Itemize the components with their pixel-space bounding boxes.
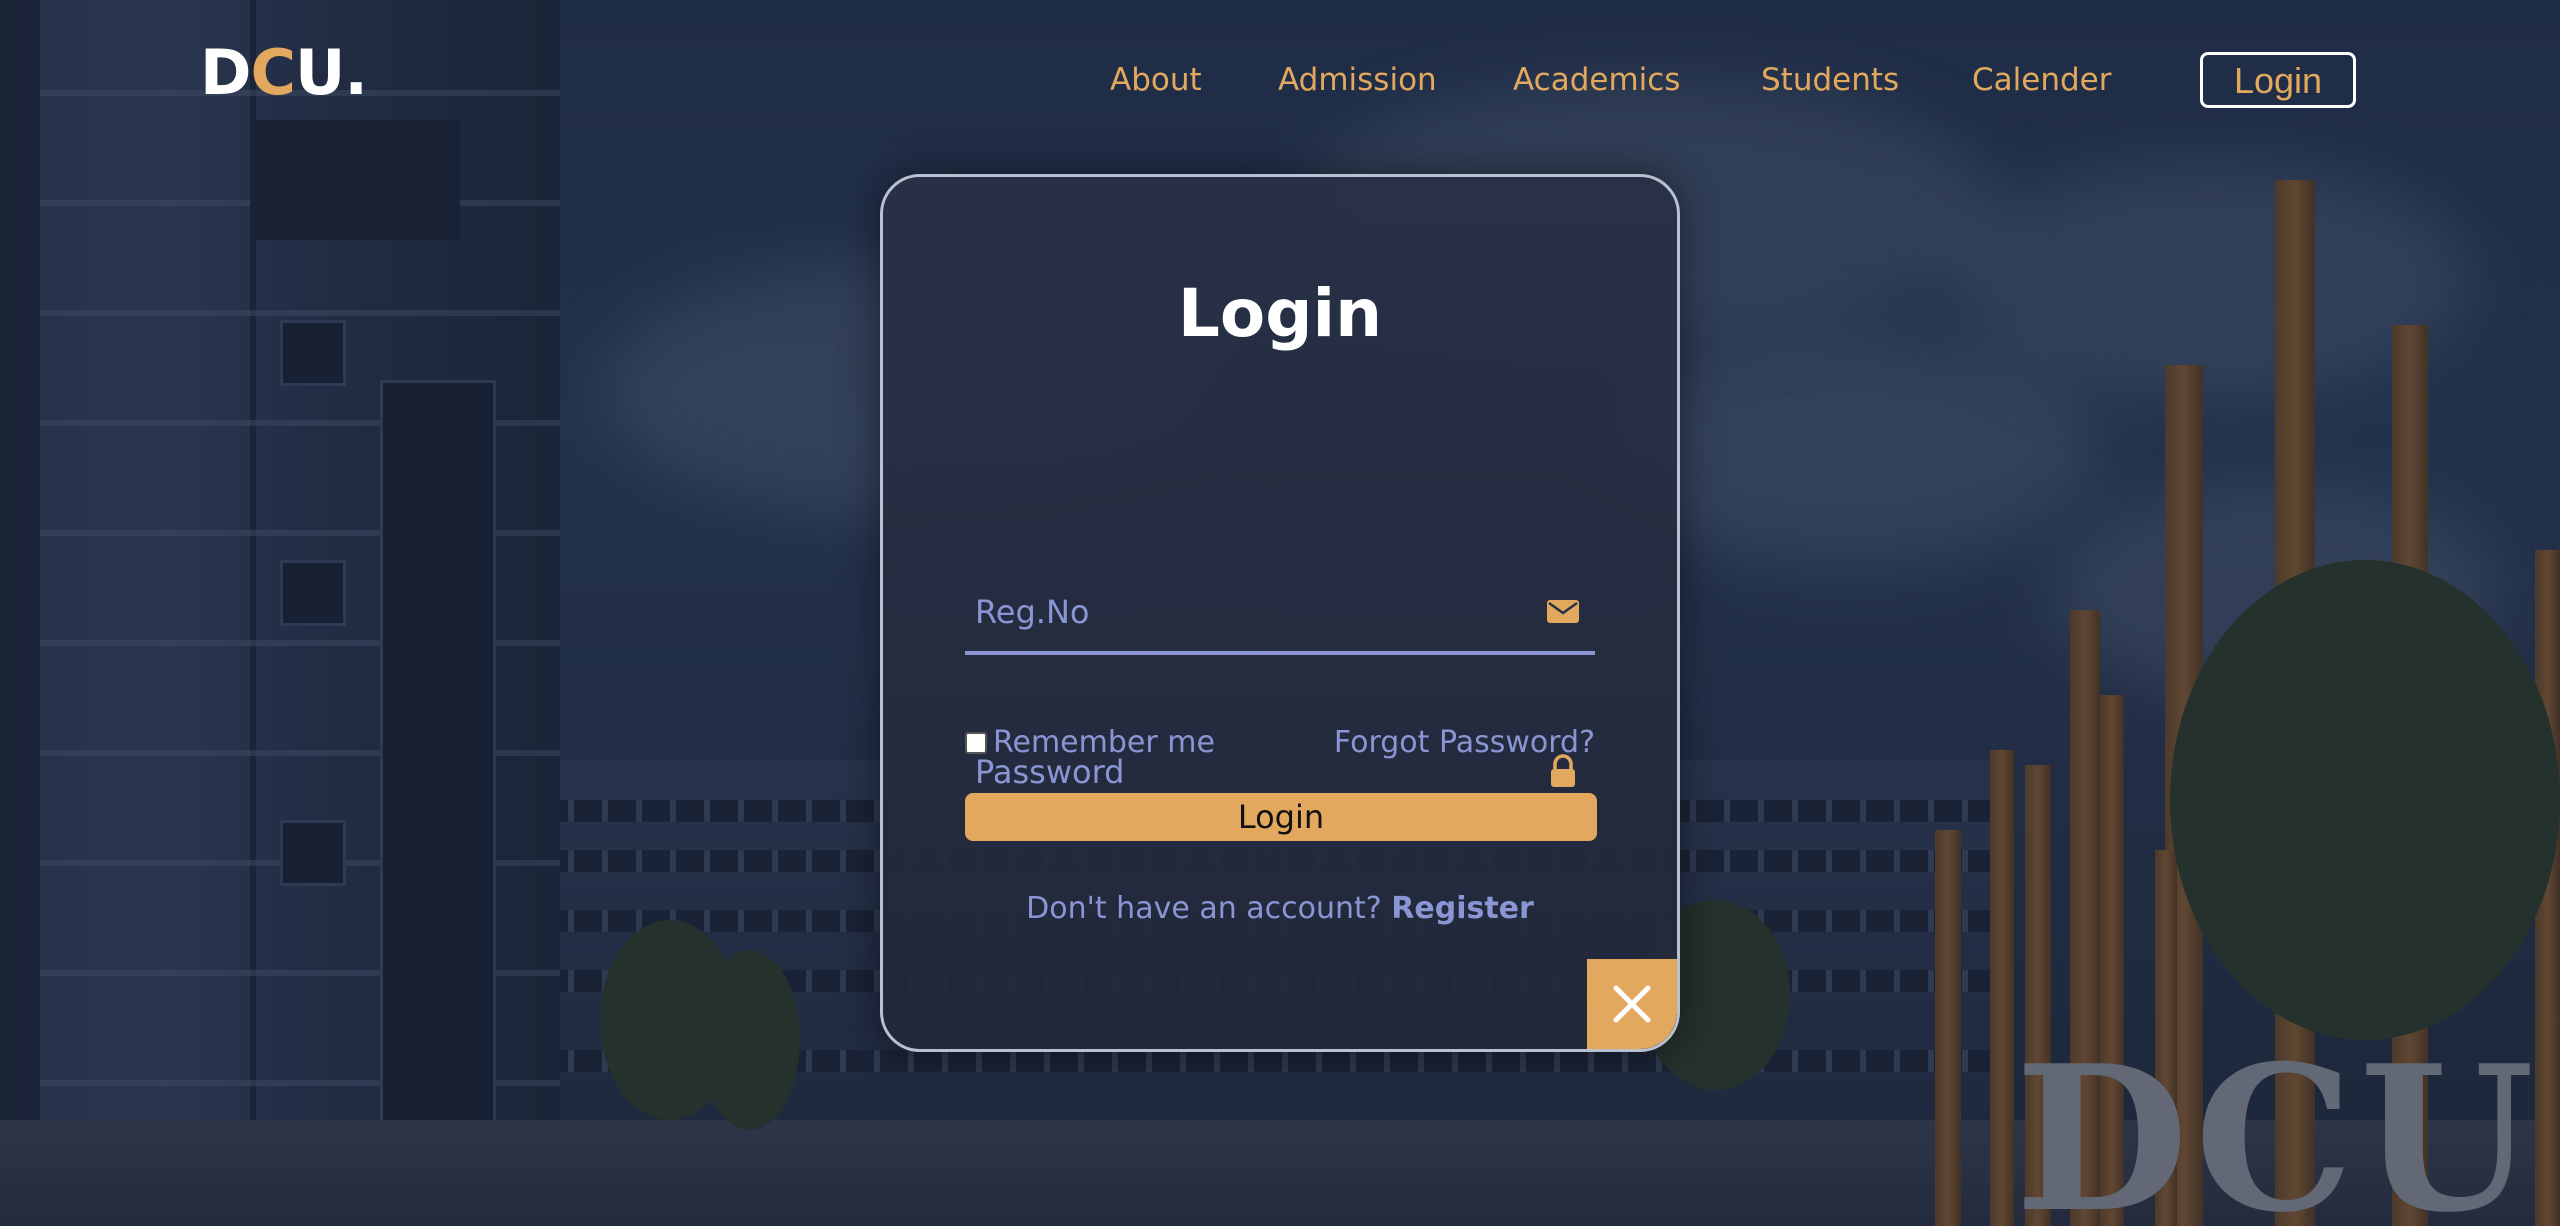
envelope-icon <box>1545 593 1581 629</box>
close-icon <box>1613 985 1651 1023</box>
regno-input[interactable] <box>965 571 1517 653</box>
remember-me[interactable]: Remember me <box>965 725 1215 760</box>
remember-checkbox[interactable] <box>965 731 987 754</box>
regno-field <box>965 571 1595 655</box>
no-account-text: Don't have an account? <box>1026 891 1382 926</box>
forgot-password-link[interactable]: Forgot Password? <box>1334 725 1595 760</box>
remember-label: Remember me <box>993 725 1215 760</box>
close-button[interactable] <box>1587 959 1677 1049</box>
login-card: Login Remember me Forgot Password? Login… <box>880 174 1680 1052</box>
dcu-logo[interactable]: DCU. <box>200 42 368 104</box>
site-header: DCU. About Admission Academics Students … <box>0 0 2560 170</box>
nav-academics[interactable]: Academics <box>1513 62 1680 98</box>
register-prompt: Don't have an account? Register <box>883 891 1677 926</box>
register-link[interactable]: Register <box>1391 891 1534 926</box>
login-title: Login <box>1177 275 1383 352</box>
nav-calender[interactable]: Calender <box>1972 62 2111 98</box>
login-submit-button[interactable]: Login <box>965 793 1597 841</box>
nav-about[interactable]: About <box>1110 62 1202 98</box>
header-login-button[interactable]: Login <box>2200 52 2356 108</box>
nav-students[interactable]: Students <box>1761 62 1899 98</box>
nav-admission[interactable]: Admission <box>1278 62 1437 98</box>
